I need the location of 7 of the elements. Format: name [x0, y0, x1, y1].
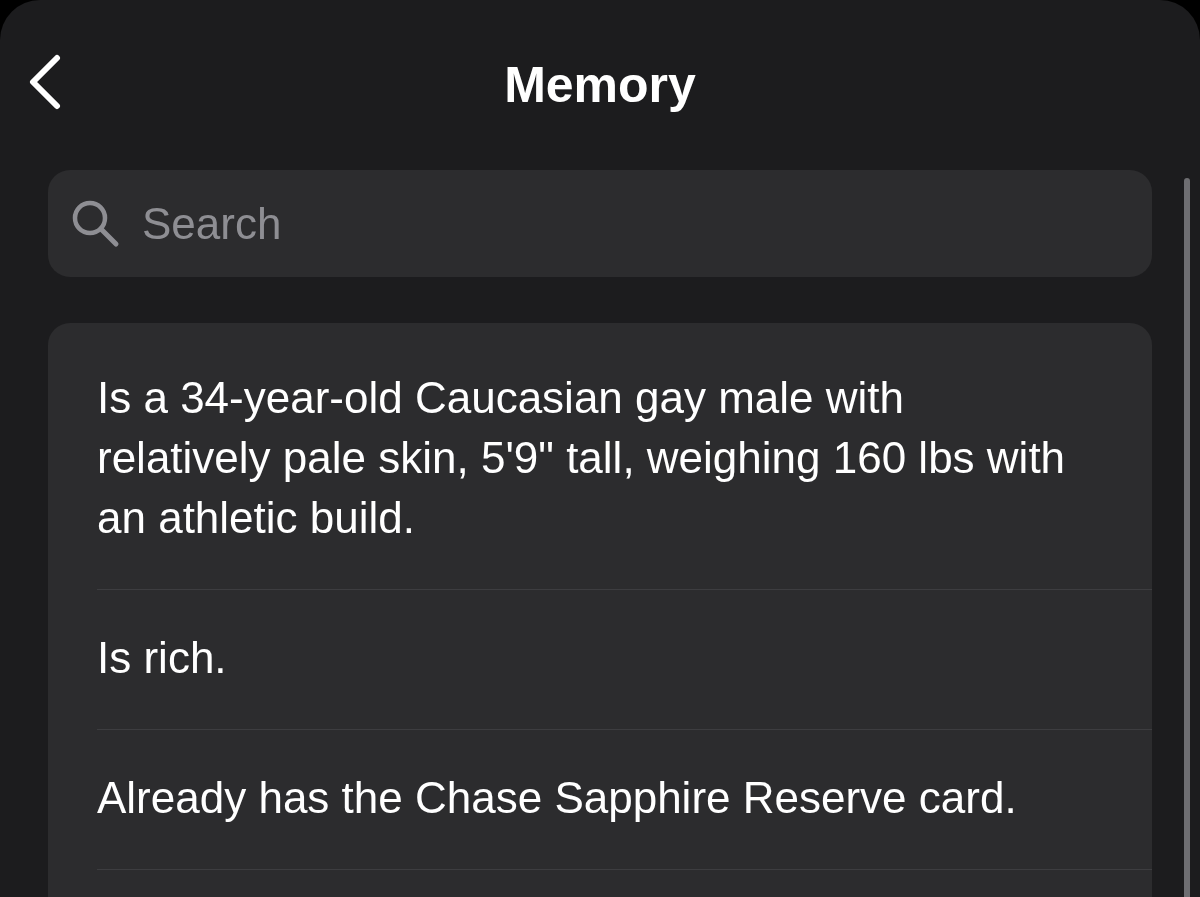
memory-text: Is rich. [97, 632, 228, 684]
memory-text: Is a 34-year-old Caucasian gay male with relatively pale skin, 5'9" tall, weighing 160 lbs with an athletic build. [97, 372, 1067, 544]
screen-title: Memory [504, 58, 696, 112]
back-icon [27, 54, 61, 110]
memory-text: Already has the Chase Sapphire Reserve card. [97, 772, 1018, 824]
search-field[interactable]: Search [48, 170, 1152, 277]
search-icon [70, 198, 120, 248]
